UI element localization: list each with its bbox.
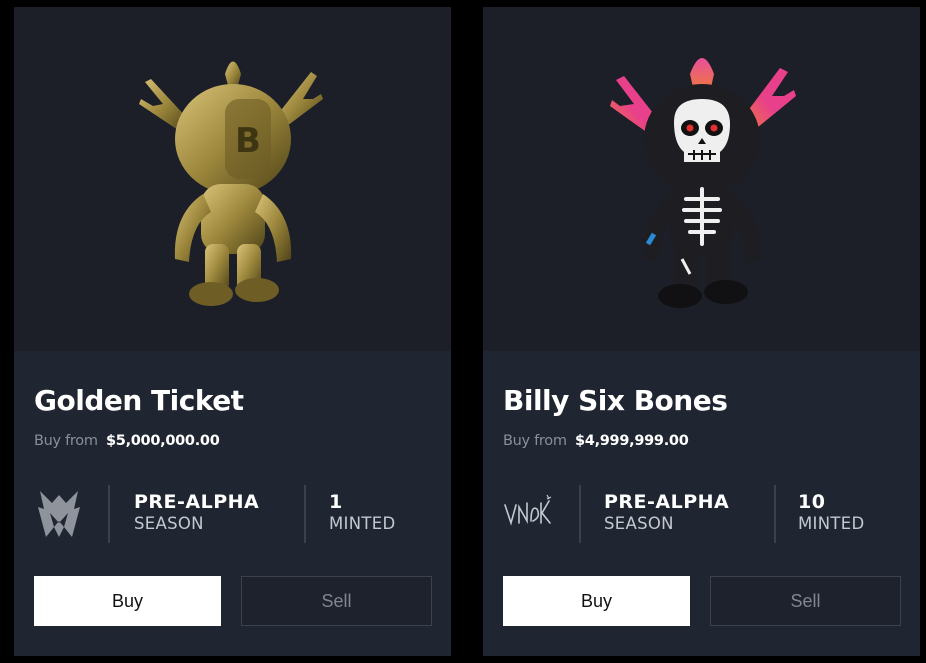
season-stat: PRE-ALPHA SEASON	[604, 491, 729, 535]
collectibles-grid: B Golden Ticket Buy from $5,000,000.00 P…	[0, 0, 926, 663]
season-value: PRE-ALPHA	[134, 491, 260, 513]
divider	[579, 485, 581, 543]
stats-row: PRE-ALPHA SEASON 10 MINTED	[503, 481, 903, 547]
season-label: SEASON	[134, 514, 204, 533]
minted-label: MINTED	[798, 514, 865, 533]
price-value: $5,000,000.00	[105, 433, 220, 449]
divider	[108, 485, 110, 543]
season-stat: PRE-ALPHA SEASON	[134, 491, 259, 535]
minted-value: 1	[329, 491, 343, 513]
divider	[304, 485, 306, 543]
buy-button[interactable]: Buy	[34, 576, 221, 626]
price-row: Buy from $5,000,000.00	[34, 433, 220, 449]
skeleton-figure-image	[609, 58, 796, 308]
svg-text:B: B	[235, 121, 261, 161]
price-label: Buy from	[34, 433, 98, 449]
price-row: Buy from $4,999,999.00	[503, 433, 689, 449]
minted-stat: 10 MINTED	[798, 491, 864, 535]
divider	[774, 485, 776, 543]
sell-button[interactable]: Sell	[241, 576, 432, 626]
stats-row: PRE-ALPHA SEASON 1 MINTED	[34, 481, 434, 547]
minted-label: MINTED	[329, 514, 396, 533]
collectible-title[interactable]: Golden Ticket	[34, 384, 244, 417]
m-logo-icon	[38, 491, 80, 537]
season-label: SEASON	[604, 514, 674, 533]
collectible-title[interactable]: Billy Six Bones	[503, 384, 728, 417]
collectible-image[interactable]: B	[14, 7, 451, 351]
collectible-card-billy-six-bones[interactable]: Billy Six Bones Buy from $4,999,999.00 P…	[483, 7, 920, 656]
vnoky-signature-logo	[504, 494, 552, 526]
gold-figure-image: B	[138, 61, 323, 306]
price-label: Buy from	[503, 433, 567, 449]
price-value: $4,999,999.00	[574, 433, 689, 449]
minted-stat: 1 MINTED	[329, 491, 395, 535]
buy-button[interactable]: Buy	[503, 576, 690, 626]
minted-value: 10	[798, 491, 826, 513]
season-value: PRE-ALPHA	[604, 491, 730, 513]
collectible-image[interactable]	[483, 7, 920, 351]
sell-button[interactable]: Sell	[710, 576, 901, 626]
collectible-card-golden-ticket[interactable]: B Golden Ticket Buy from $5,000,000.00 P…	[14, 7, 451, 656]
